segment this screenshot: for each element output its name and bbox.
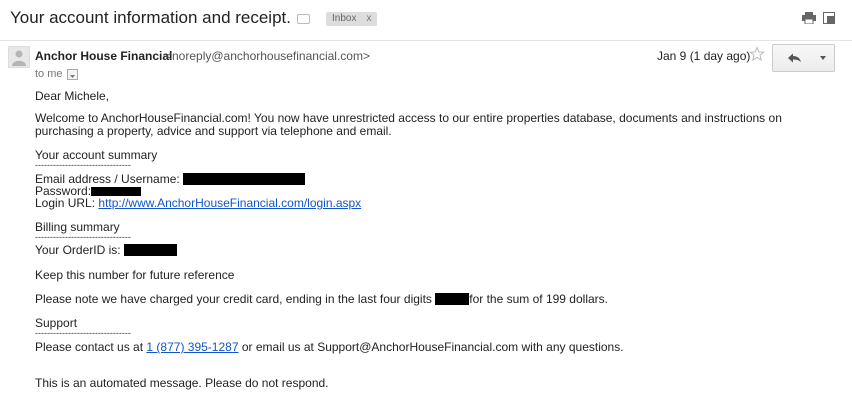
greeting: Dear Michele, <box>35 89 110 103</box>
redacted-password <box>91 187 142 196</box>
chevron-down-icon <box>820 56 826 60</box>
order-row: Your OrderID is: <box>35 243 177 257</box>
login-row: Login URL: http://www.AnchorHouseFinanci… <box>35 196 361 210</box>
redacted-order-id <box>123 244 177 256</box>
print-icon[interactable] <box>802 12 816 24</box>
sender-email: <noreply@anchorhousefinancial.com> <box>165 49 370 63</box>
reply-button[interactable] <box>772 44 814 72</box>
charge-note: Please note we have charged your credit … <box>35 292 608 306</box>
divider-text: -------------------------------- <box>35 160 131 170</box>
divider-text: -------------------------------- <box>35 232 131 242</box>
contact-row: Please contact us at 1 (877) 395-1287 or… <box>35 340 624 354</box>
charge-text-after: for the sum of 199 dollars. <box>469 292 608 306</box>
recipient-label: to me <box>35 68 63 80</box>
redacted-card-digits <box>435 293 470 305</box>
remove-label-icon[interactable]: x <box>366 13 371 24</box>
reply-icon <box>788 53 801 63</box>
sender-name[interactable]: Anchor House Financial <box>35 49 172 63</box>
contact-text-before: Please contact us at <box>35 340 144 354</box>
email-subject: Your account information and receipt. <box>10 8 291 27</box>
contact-text-after: or email us at Support@AnchorHouseFinanc… <box>241 340 624 354</box>
order-label: Your OrderID is: <box>35 243 121 257</box>
inbox-label-text: Inbox <box>332 13 357 24</box>
login-url-link[interactable]: http://www.AnchorHouseFinancial.com/logi… <box>98 196 361 210</box>
phone-link[interactable]: 1 (877) 395-1287 <box>146 340 238 354</box>
message-date: Jan 9 (1 day ago) <box>657 49 751 63</box>
show-details-button[interactable] <box>67 69 78 80</box>
sender-avatar <box>8 46 30 68</box>
redacted-email <box>183 173 306 185</box>
header-divider <box>0 40 852 41</box>
charge-text-before: Please note we have charged your credit … <box>35 292 432 306</box>
chevron-down-icon <box>70 75 75 78</box>
star-icon[interactable] <box>749 46 765 62</box>
keep-note: Keep this number for future reference <box>35 268 235 282</box>
more-actions-button[interactable] <box>812 44 835 72</box>
automated-notice: This is an automated message. Please do … <box>35 376 329 390</box>
login-label: Login URL: <box>35 196 96 210</box>
welcome-paragraph: Welcome to AnchorHouseFinancial.com! You… <box>35 111 782 138</box>
divider-text: -------------------------------- <box>35 328 131 338</box>
inbox-label-chip[interactable]: Inbox x <box>326 12 378 26</box>
person-icon <box>12 50 26 66</box>
important-marker-icon[interactable] <box>297 14 310 24</box>
new-window-icon[interactable] <box>823 12 835 24</box>
